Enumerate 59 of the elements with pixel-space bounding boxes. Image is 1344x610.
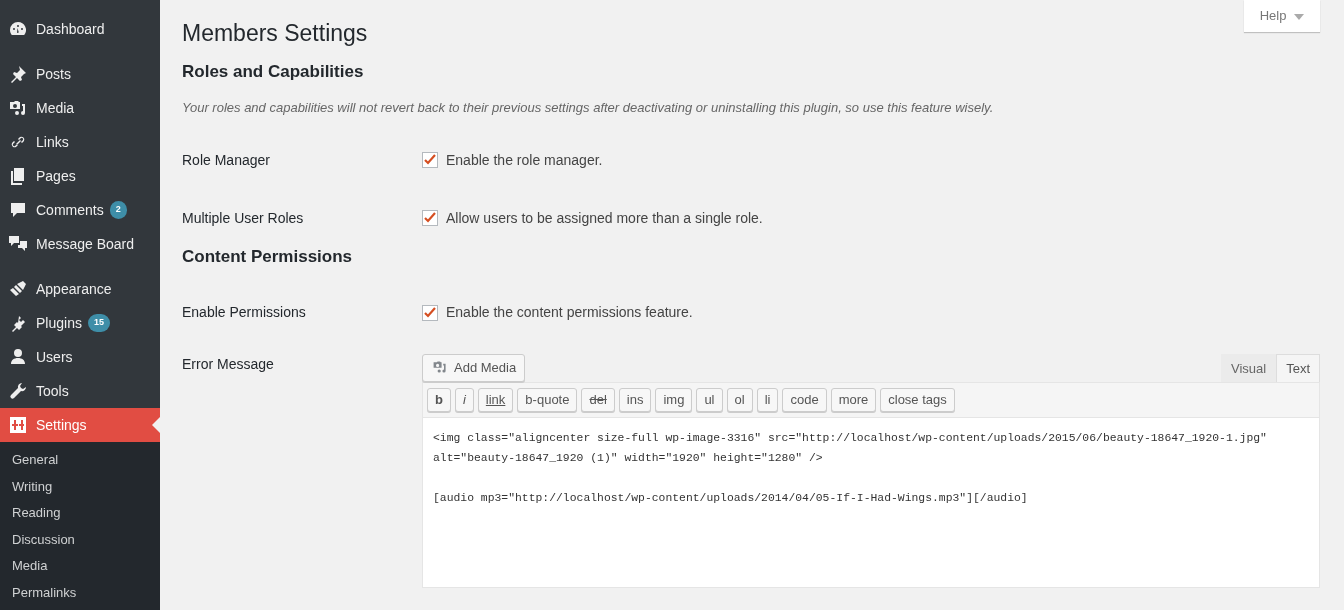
sliders-icon (8, 415, 28, 435)
sidebar-item[interactable]: Links (0, 125, 160, 159)
page-title: Members Settings (182, 20, 369, 48)
count-badge: 15 (87, 314, 110, 332)
help-button[interactable]: Help (1243, 0, 1320, 32)
toolbar-button[interactable]: img (655, 388, 693, 413)
checkbox[interactable] (422, 304, 438, 321)
submenu-item[interactable]: Discussion (0, 526, 160, 553)
sidebar-item[interactable]: Posts (0, 57, 160, 91)
sidebar-item[interactable]: Dashboard (0, 12, 160, 46)
toolbar-button[interactable]: code (782, 388, 827, 413)
submenu-item[interactable]: Writing (0, 473, 160, 500)
toolbar-button[interactable]: ul (696, 388, 723, 413)
checkbox[interactable] (422, 152, 438, 169)
toolbar-button[interactable]: del (581, 388, 615, 413)
toolbar-button[interactable]: ol (726, 388, 753, 413)
toolbar-button[interactable]: b (427, 388, 451, 413)
user-icon (8, 347, 28, 367)
checkbox[interactable] (422, 210, 438, 227)
speech-bubble-icon (8, 200, 28, 220)
sidebar-item[interactable]: Settings (0, 408, 160, 442)
editor-tab[interactable]: Visual (1220, 353, 1277, 383)
sidebar-item[interactable]: Media (0, 91, 160, 125)
submenu-item[interactable]: General (0, 447, 160, 474)
section-note: Your roles and capabilities will not revert back to their previous settings after deactivating or uninstalling this plugin, so use this feature wisely. (182, 99, 995, 117)
submenu-item[interactable]: Media (0, 553, 160, 580)
sidebar-item[interactable]: Pages (0, 159, 160, 193)
section-heading: Roles and Capabilities (182, 61, 365, 82)
field-label: Enable Permissions (182, 303, 307, 323)
toolbar-button[interactable]: b-quote (517, 388, 578, 413)
checkbox-label: Enable the role manager. (446, 151, 603, 170)
section-heading: Content Permissions (182, 247, 354, 268)
checkbox-label: Allow users to be assigned more than a single role. (446, 209, 763, 228)
field-label: Multiple User Roles (182, 209, 305, 228)
toolbar-button[interactable]: li (756, 388, 779, 413)
submenu-item[interactable]: Reading (0, 500, 160, 527)
add-media-button[interactable]: Add Media (422, 354, 526, 383)
paintbrush-icon (8, 279, 28, 299)
toolbar-button[interactable]: link (477, 388, 514, 413)
checkbox-label: Enable the content permissions feature. (446, 303, 693, 323)
toolbar-button[interactable]: close tags (880, 388, 955, 413)
toolbar-button[interactable]: i (454, 388, 474, 413)
sidebar-item[interactable]: Comments 2 (0, 193, 160, 227)
sidebar-item[interactable]: Message Board (0, 227, 160, 261)
caret-icon (1294, 12, 1304, 21)
count-badge: 2 (109, 201, 127, 219)
sidebar-item[interactable]: Plugins 15 (0, 306, 160, 340)
field-label: Role Manager (182, 151, 271, 170)
camera-music-icon (8, 98, 28, 118)
editor-tab[interactable]: Text (1276, 353, 1320, 383)
submenu-item[interactable]: Permalinks (0, 579, 160, 606)
wrench-icon (8, 381, 28, 401)
text-editor-field[interactable]: <img class="aligncenter size-full wp-image-3316" src="http://localhost/wp-content/uploads/2015/06/beauty-18647_1920-1.jpg" alt="beauty-18647_1920 (1)" width="1920" height="1280" /> [audio mp3="http://localhost/wp-content/uploads/2014/04/05-If-I-Had-Wings.mp3"][/audio] (422, 418, 1320, 589)
sidebar-item[interactable]: Tools (0, 374, 160, 408)
sidebar-item[interactable]: Appearance (0, 272, 160, 306)
toolbar-button[interactable]: ins (618, 388, 652, 413)
toolbar-button[interactable]: more (830, 388, 877, 413)
field-label: Error Message (182, 354, 275, 374)
sidebar-item[interactable]: Users (0, 340, 160, 374)
